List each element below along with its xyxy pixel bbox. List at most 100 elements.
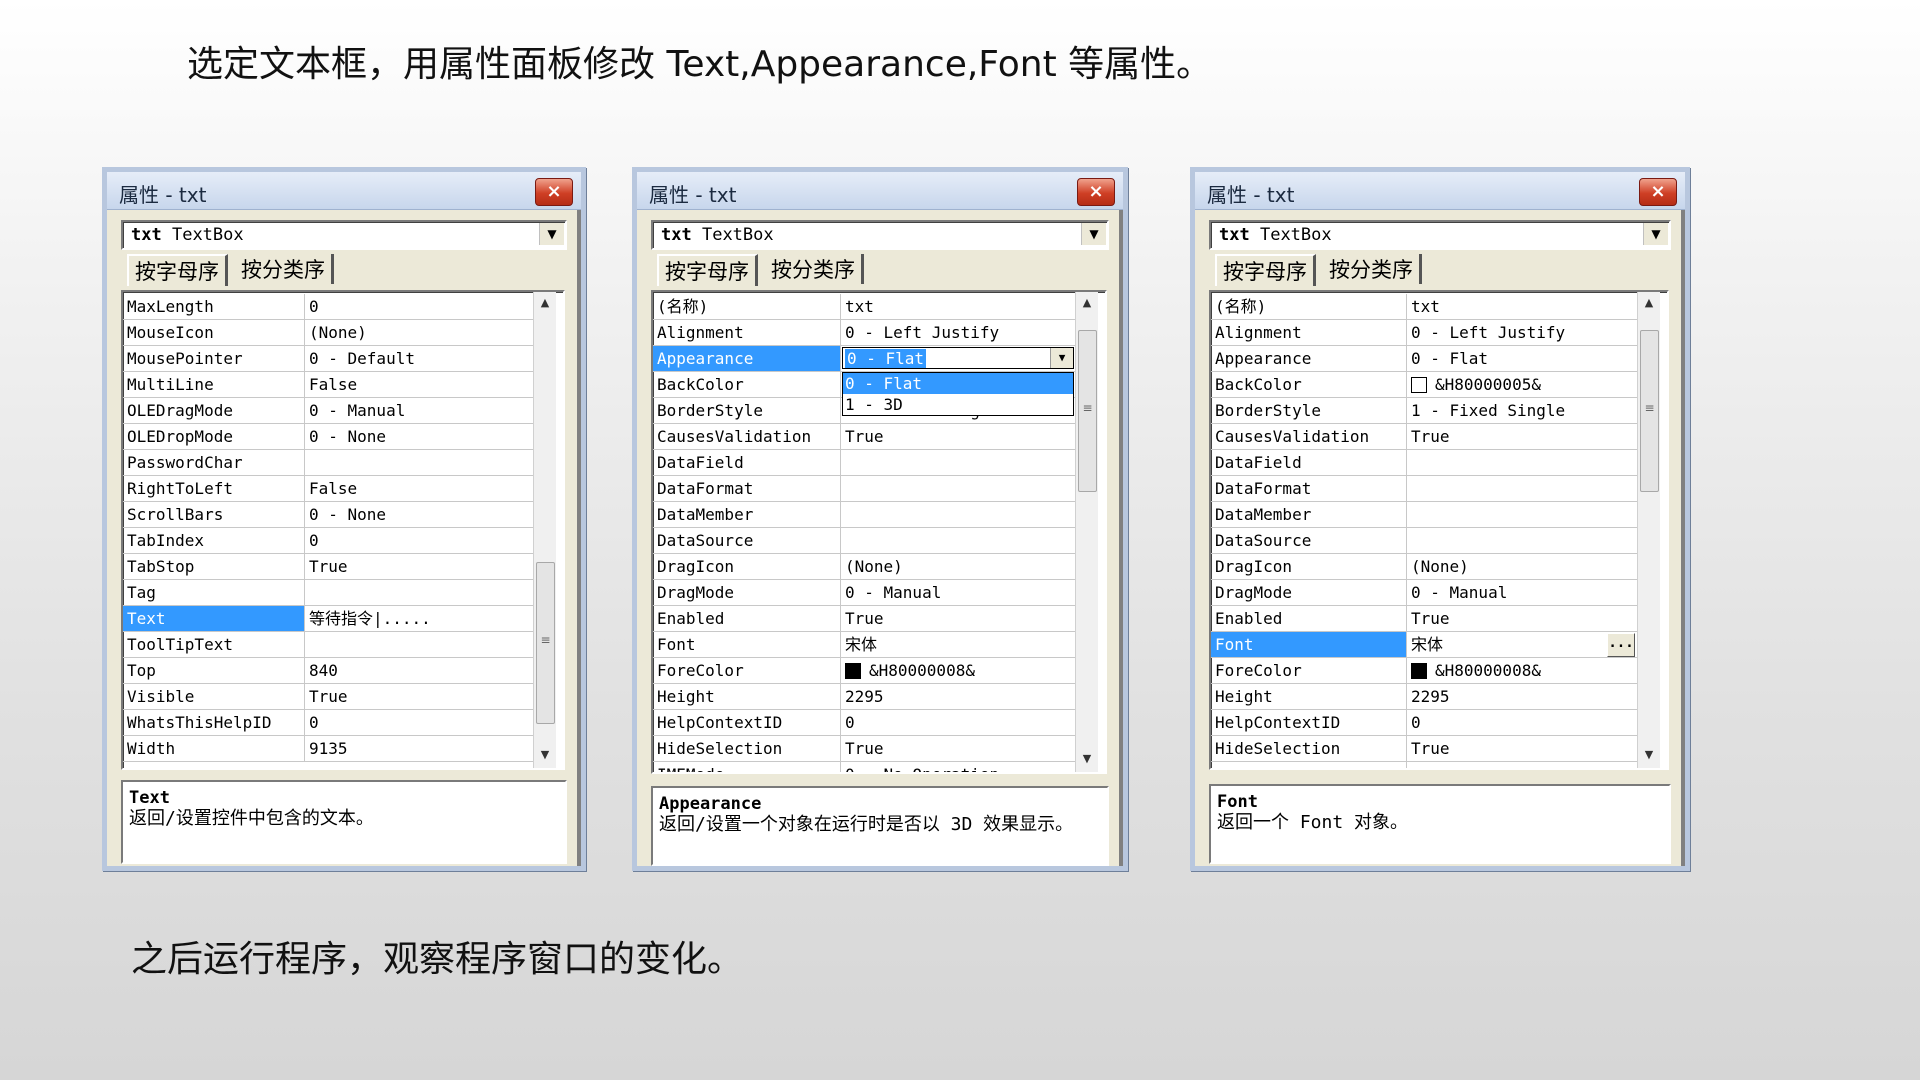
- property-value[interactable]: [305, 580, 533, 605]
- property-row[interactable]: Height 2295: [653, 684, 1075, 710]
- property-value[interactable]: 0: [305, 294, 533, 319]
- property-row[interactable]: Alignment 0 - Left Justify: [1211, 320, 1637, 346]
- property-row[interactable]: PasswordChar: [123, 450, 533, 476]
- property-row[interactable]: TabStop True: [123, 554, 533, 580]
- property-value[interactable]: &H80000008&: [841, 658, 1075, 683]
- property-row[interactable]: ForeColor &H80000008&: [1211, 658, 1637, 684]
- property-row[interactable]: IMEMode 0 - No Operation: [1211, 762, 1637, 768]
- property-row[interactable]: HideSelection True: [653, 736, 1075, 762]
- property-row[interactable]: Top 840: [123, 658, 533, 684]
- chevron-down-icon[interactable]: ▼: [1050, 348, 1073, 368]
- property-value[interactable]: [841, 450, 1075, 475]
- property-row[interactable]: DataFormat: [653, 476, 1075, 502]
- property-row[interactable]: DragIcon (None): [653, 554, 1075, 580]
- property-row[interactable]: TabIndex 0: [123, 528, 533, 554]
- scroll-thumb[interactable]: ≡: [1640, 330, 1659, 492]
- scroll-thumb[interactable]: ≡: [536, 562, 555, 724]
- object-selector[interactable]: txt TextBox ▼: [651, 220, 1109, 250]
- property-row[interactable]: DataField: [1211, 450, 1637, 476]
- tab-alphabetic[interactable]: 按字母序: [127, 254, 228, 286]
- property-row[interactable]: DataSource: [1211, 528, 1637, 554]
- property-value[interactable]: (None): [1407, 554, 1637, 579]
- object-selector[interactable]: txt TextBox ▼: [1209, 220, 1671, 250]
- property-row[interactable]: HideSelection True: [1211, 736, 1637, 762]
- close-button[interactable]: ×: [535, 178, 573, 206]
- scroll-down-icon[interactable]: ▼: [1076, 750, 1098, 768]
- property-value[interactable]: 2295: [841, 684, 1075, 709]
- title-bar[interactable]: 属性 - txt ×: [637, 172, 1123, 210]
- property-row[interactable]: ToolTipText: [123, 632, 533, 658]
- property-value[interactable]: (None): [305, 320, 533, 345]
- property-row[interactable]: RightToLeft False: [123, 476, 533, 502]
- property-value[interactable]: 0: [1407, 710, 1637, 735]
- object-selector[interactable]: txt TextBox ▼: [121, 220, 567, 250]
- property-row[interactable]: CausesValidation True: [1211, 424, 1637, 450]
- property-value[interactable]: [305, 632, 533, 657]
- property-row[interactable]: HelpContextID 0: [1211, 710, 1637, 736]
- property-value[interactable]: (None): [841, 554, 1075, 579]
- property-value[interactable]: [1407, 450, 1637, 475]
- property-value[interactable]: 0: [305, 710, 533, 735]
- property-row[interactable]: MaxLength 0: [123, 294, 533, 320]
- property-value[interactable]: [1407, 476, 1637, 501]
- property-row[interactable]: DragMode 0 - Manual: [1211, 580, 1637, 606]
- property-row[interactable]: ScrollBars 0 - None: [123, 502, 533, 528]
- property-row[interactable]: Text 等待指令|.....: [123, 606, 533, 632]
- property-value[interactable]: 0 - No Operation: [841, 762, 1075, 772]
- property-row[interactable]: DataFormat: [1211, 476, 1637, 502]
- property-value[interactable]: [841, 502, 1075, 527]
- property-value[interactable]: 宋体...: [1407, 632, 1637, 657]
- property-row[interactable]: DragIcon (None): [1211, 554, 1637, 580]
- property-value[interactable]: True: [841, 736, 1075, 761]
- property-value[interactable]: txt: [1407, 294, 1637, 319]
- property-row[interactable]: Enabled True: [1211, 606, 1637, 632]
- property-value[interactable]: 0 - Left Justify: [1407, 320, 1637, 345]
- property-value[interactable]: 2295: [1407, 684, 1637, 709]
- property-row[interactable]: MouseIcon (None): [123, 320, 533, 346]
- property-row[interactable]: Enabled True: [653, 606, 1075, 632]
- property-value[interactable]: [305, 450, 533, 475]
- property-row[interactable]: ForeColor &H80000008&: [653, 658, 1075, 684]
- property-value[interactable]: 0 - Manual: [305, 398, 533, 423]
- property-value[interactable]: 0: [305, 528, 533, 553]
- dropdown-option[interactable]: 1 - 3D: [843, 394, 1073, 415]
- scroll-up-icon[interactable]: ▲: [1076, 294, 1098, 312]
- scroll-thumb[interactable]: ≡: [1078, 330, 1097, 492]
- property-value[interactable]: txt: [841, 294, 1075, 319]
- vertical-scrollbar[interactable]: ▲ ≡ ▼: [1637, 292, 1660, 768]
- property-value[interactable]: 等待指令|.....: [305, 606, 533, 631]
- property-value[interactable]: 0 - None: [305, 502, 533, 527]
- property-value[interactable]: 0 - Manual: [1407, 580, 1637, 605]
- property-value[interactable]: 1 - Fixed Single: [1407, 398, 1637, 423]
- property-value[interactable]: 0 - Default: [305, 346, 533, 371]
- property-value[interactable]: True: [841, 606, 1075, 631]
- property-value[interactable]: 0 - Flat: [1407, 346, 1637, 371]
- property-row[interactable]: Width 9135: [123, 736, 533, 762]
- title-bar[interactable]: 属性 - txt ×: [1195, 172, 1685, 210]
- property-value[interactable]: True: [305, 554, 533, 579]
- property-row[interactable]: Font 宋体: [653, 632, 1075, 658]
- property-value[interactable]: False: [305, 372, 533, 397]
- property-value[interactable]: True: [841, 424, 1075, 449]
- property-row[interactable]: DataSource: [653, 528, 1075, 554]
- property-row[interactable]: BorderStyle1 - Fixed Single: [1211, 398, 1637, 424]
- close-button[interactable]: ×: [1639, 178, 1677, 206]
- property-value[interactable]: 0 - No Operation: [1407, 762, 1637, 768]
- property-row[interactable]: OLEDragMode 0 - Manual: [123, 398, 533, 424]
- property-row[interactable]: BackColor &H80000005&: [1211, 372, 1637, 398]
- scroll-down-icon[interactable]: ▼: [1638, 746, 1660, 764]
- property-row[interactable]: (名称) txt: [653, 294, 1075, 320]
- vertical-scrollbar[interactable]: ▲ ≡ ▼: [1075, 292, 1098, 772]
- property-row[interactable]: MousePointer 0 - Default: [123, 346, 533, 372]
- property-row[interactable]: WhatsThisHelpID 0: [123, 710, 533, 736]
- tab-categorized[interactable]: 按分类序: [235, 254, 334, 284]
- property-row[interactable]: Tag: [123, 580, 533, 606]
- font-ellipsis-button[interactable]: ...: [1607, 633, 1635, 657]
- property-value[interactable]: True: [1407, 424, 1637, 449]
- tab-categorized[interactable]: 按分类序: [1323, 254, 1422, 284]
- property-row[interactable]: OLEDropMode 0 - None: [123, 424, 533, 450]
- property-row[interactable]: MultiLine False: [123, 372, 533, 398]
- property-value[interactable]: 9135: [305, 736, 533, 761]
- property-value[interactable]: 0 - Left Justify: [841, 320, 1075, 345]
- dropdown-option[interactable]: 0 - Flat: [843, 373, 1073, 394]
